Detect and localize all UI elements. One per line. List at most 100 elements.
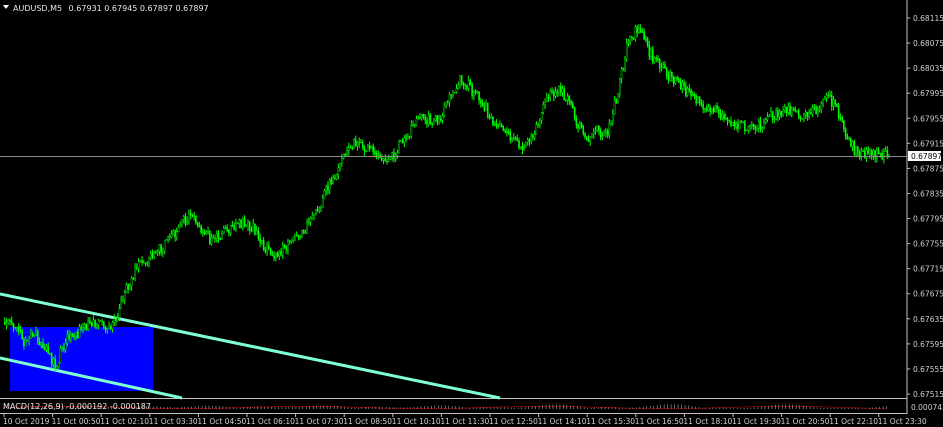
candle-body xyxy=(488,116,491,119)
candle-body xyxy=(523,146,526,150)
candle-body xyxy=(627,41,630,44)
candle-body xyxy=(226,227,228,231)
time-tick-label: 11 Oct 22:10 xyxy=(829,417,878,426)
candle-body xyxy=(266,245,268,252)
candle-body xyxy=(822,99,824,104)
candle-body xyxy=(695,95,698,103)
candle-body xyxy=(132,277,135,279)
price-tick-label: 0.67595 xyxy=(913,340,943,349)
candle-body xyxy=(888,154,890,157)
candle-body xyxy=(832,99,835,107)
candle-body xyxy=(592,131,595,135)
candle-body xyxy=(573,107,576,119)
candle-body xyxy=(141,260,143,263)
candle-body xyxy=(603,132,605,136)
candle-body xyxy=(424,116,427,121)
candle-body xyxy=(467,80,470,89)
candle-body xyxy=(886,149,889,157)
candle-body xyxy=(149,253,152,260)
candle-body xyxy=(766,116,769,120)
candle-body xyxy=(744,121,746,131)
candle-body xyxy=(493,123,496,126)
candle-body xyxy=(539,119,541,126)
candle-body xyxy=(568,96,571,102)
macd-scale-label: 0.000743 xyxy=(911,403,943,412)
candle-body xyxy=(75,332,77,337)
candle-body xyxy=(229,225,232,234)
candle-body xyxy=(825,94,828,98)
candle-body xyxy=(294,234,296,238)
candle-body xyxy=(417,117,420,120)
price-tick-label: 0.68075 xyxy=(913,39,943,48)
candle-body xyxy=(38,342,41,346)
candle-body xyxy=(686,88,689,96)
candle-body xyxy=(40,342,43,346)
candle-body xyxy=(537,124,539,126)
candle-body xyxy=(678,78,680,83)
candle-body xyxy=(94,319,96,328)
candle-body xyxy=(764,119,767,123)
candle-body xyxy=(518,140,520,148)
candle-body xyxy=(407,136,409,140)
candle-body xyxy=(28,338,30,342)
candle-body xyxy=(735,123,737,127)
candle-body xyxy=(483,106,486,111)
time-tick-label: 11 Oct 15:30 xyxy=(586,417,635,426)
candle-body xyxy=(608,123,611,136)
candle-body xyxy=(754,126,757,130)
candle-body xyxy=(737,123,739,129)
candle-body xyxy=(777,110,779,117)
candle-body xyxy=(839,116,842,118)
candle-body xyxy=(344,154,347,156)
candle-body xyxy=(561,88,564,93)
candle-body xyxy=(290,240,293,243)
candle-body xyxy=(872,150,875,156)
time-tick-label: 11 Oct 14:10 xyxy=(538,417,587,426)
candle-body xyxy=(749,125,751,128)
candle-body xyxy=(250,229,253,232)
candle-body xyxy=(645,38,647,40)
candle-body xyxy=(10,321,13,324)
candle-body xyxy=(363,146,366,152)
candle-body xyxy=(339,162,341,168)
candle-body xyxy=(19,330,22,332)
candle-body xyxy=(302,230,305,233)
candle-body xyxy=(195,215,197,224)
time-tick-label: 11 Oct 19:30 xyxy=(732,417,781,426)
candle-body xyxy=(82,327,84,330)
candle-body xyxy=(273,255,275,259)
candle-body xyxy=(156,251,159,253)
candle-body xyxy=(528,139,531,142)
candle-body xyxy=(471,84,473,96)
candle-body xyxy=(254,223,256,235)
candle-body xyxy=(76,332,79,339)
candle-body xyxy=(17,326,20,331)
candle-body xyxy=(589,135,592,142)
candle-body xyxy=(707,106,710,111)
candle-body xyxy=(751,123,753,126)
candle-body xyxy=(577,124,579,129)
candle-body xyxy=(507,132,510,134)
candle-body xyxy=(702,104,704,110)
candle-body xyxy=(459,75,461,85)
candle-body xyxy=(341,158,343,164)
price-tick-label: 0.67795 xyxy=(913,215,943,224)
candle-body xyxy=(70,333,72,339)
candle-body xyxy=(547,97,550,99)
candle-body xyxy=(566,96,569,101)
candle-body xyxy=(646,38,649,46)
candle-body xyxy=(68,334,70,339)
candle-body xyxy=(761,127,764,130)
candle-body xyxy=(367,145,369,152)
price-chart[interactable]: 0.68115 0.68075 0.68035 0.67995 0.67955 0.679… xyxy=(0,0,943,427)
time-tick-label: 11 Oct 06:10 xyxy=(246,417,295,426)
candle-body xyxy=(629,36,632,42)
candle-body xyxy=(31,333,34,336)
candle-body xyxy=(613,99,616,115)
candle-body xyxy=(297,235,300,238)
candle-body xyxy=(856,146,859,153)
candle-body xyxy=(818,108,821,111)
candle-body xyxy=(89,320,91,324)
candle-body xyxy=(162,251,164,254)
candle-body xyxy=(870,150,873,156)
